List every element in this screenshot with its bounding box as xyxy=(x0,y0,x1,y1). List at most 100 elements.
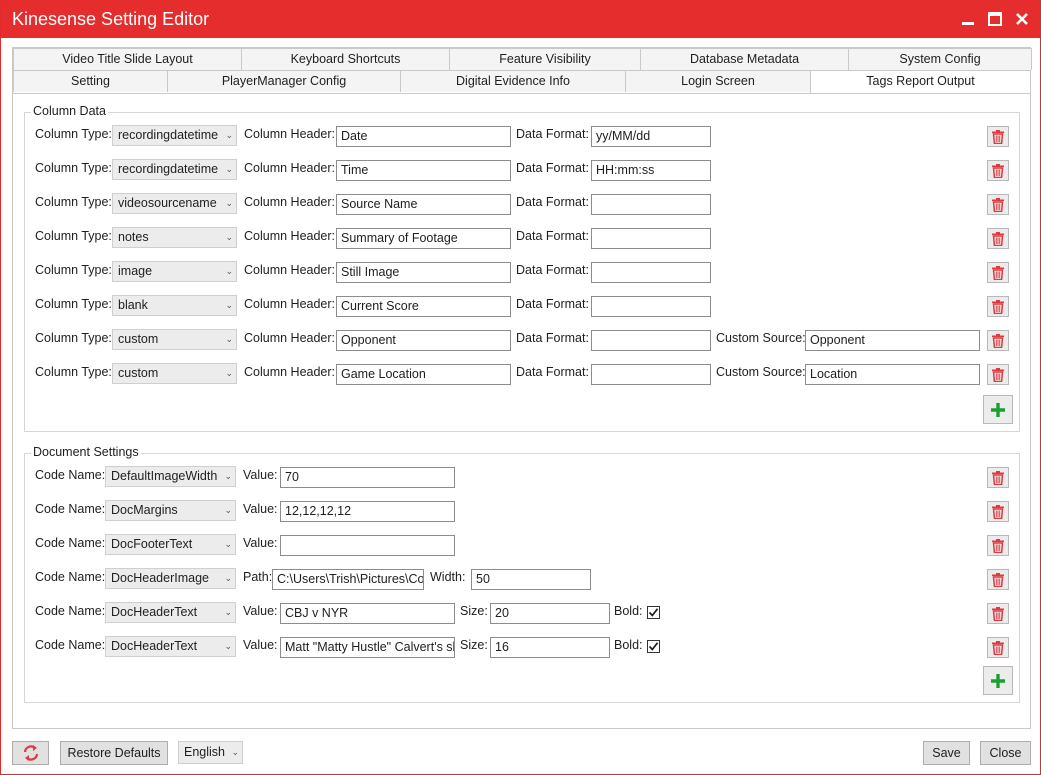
delete-column-button[interactable] xyxy=(987,228,1009,249)
data-format-label: Data Format: xyxy=(516,331,589,345)
column-type-select[interactable]: custom ⌄ xyxy=(112,363,237,384)
code-name-label: Code Name: xyxy=(35,536,106,550)
tab-system-config[interactable]: System Config xyxy=(848,48,1032,70)
trash-icon xyxy=(992,606,1004,621)
column-header-input[interactable]: Time xyxy=(336,160,511,181)
delete-column-button[interactable] xyxy=(987,126,1009,147)
custom-source-label: Custom Source: xyxy=(716,331,806,345)
combo-value: custom xyxy=(118,332,159,346)
value-input[interactable]: Matt "Matty Hustle" Calvert's sh xyxy=(280,637,455,658)
tab-playermanager-config[interactable]: PlayerManager Config xyxy=(167,70,401,92)
size-input[interactable]: 20 xyxy=(490,603,610,624)
column-type-select[interactable]: custom ⌄ xyxy=(112,329,237,350)
column-type-select[interactable]: recordingdatetime ⌄ xyxy=(112,159,237,180)
add-column-button[interactable] xyxy=(983,395,1013,424)
tab-keyboard-shortcuts[interactable]: Keyboard Shortcuts xyxy=(241,48,450,70)
tab-database-metadata[interactable]: Database Metadata xyxy=(640,48,849,70)
path-label: Path: xyxy=(243,570,273,584)
column-type-select[interactable]: recordingdatetime ⌄ xyxy=(112,125,237,146)
combo-value: recordingdatetime xyxy=(118,128,219,142)
add-document-setting-button[interactable] xyxy=(983,666,1013,695)
tab-tags-report-output[interactable]: Tags Report Output xyxy=(810,70,1031,94)
data-format-label: Data Format: xyxy=(516,297,589,311)
column-header-input[interactable]: Date xyxy=(336,126,511,147)
bold-checkbox[interactable] xyxy=(647,606,660,619)
data-format-input[interactable] xyxy=(591,296,711,317)
column-type-select[interactable]: blank ⌄ xyxy=(112,295,237,316)
delete-column-button[interactable] xyxy=(987,330,1009,351)
code-name-select[interactable]: DocFooterText ⌄ xyxy=(105,534,236,555)
value-input[interactable]: 12,12,12,12 xyxy=(280,501,455,522)
delete-column-button[interactable] xyxy=(987,262,1009,283)
close-button[interactable]: Close xyxy=(980,741,1031,765)
close-icon[interactable] xyxy=(1013,10,1031,28)
value-input[interactable]: CBJ v NYR xyxy=(280,603,455,624)
width-input[interactable]: 50 xyxy=(471,569,591,590)
delete-document-setting-button[interactable] xyxy=(987,535,1009,556)
data-format-label: Data Format: xyxy=(516,263,589,277)
delete-document-setting-button[interactable] xyxy=(987,569,1009,590)
column-header-input[interactable]: Game Location xyxy=(336,364,511,385)
code-name-select[interactable]: DefaultImageWidth ⌄ xyxy=(105,466,236,487)
data-format-input[interactable] xyxy=(591,262,711,283)
column-header-input[interactable]: Source Name xyxy=(336,194,511,215)
tab-digital-evidence-info[interactable]: Digital Evidence Info xyxy=(400,70,626,92)
combo-value: notes xyxy=(118,230,149,244)
column-header-input[interactable]: Opponent xyxy=(336,330,511,351)
tab-feature-visibility[interactable]: Feature Visibility xyxy=(449,48,641,70)
column-type-select[interactable]: image ⌄ xyxy=(112,261,237,282)
data-format-label: Data Format: xyxy=(516,229,589,243)
path-input[interactable]: C:\Users\Trish\Pictures\Colo xyxy=(272,569,424,590)
trash-icon xyxy=(992,163,1004,178)
data-format-input[interactable] xyxy=(591,330,711,351)
chevron-down-icon: ⌄ xyxy=(225,232,233,242)
code-name-select[interactable]: DocHeaderText ⌄ xyxy=(105,636,236,657)
tab-strip: Video Title Slide Layout Keyboard Shortc… xyxy=(13,48,1032,96)
data-format-input[interactable]: yy/MM/dd xyxy=(591,126,711,147)
data-format-input[interactable] xyxy=(591,194,711,215)
data-format-input[interactable]: HH:mm:ss xyxy=(591,160,711,181)
delete-document-setting-button[interactable] xyxy=(987,603,1009,624)
code-name-label: Code Name: xyxy=(35,638,106,652)
maximize-icon[interactable] xyxy=(986,10,1004,28)
custom-source-input[interactable]: Location xyxy=(805,364,980,385)
column-header-input[interactable]: Summary of Footage xyxy=(336,228,511,249)
value-input[interactable] xyxy=(280,535,455,556)
column-type-select[interactable]: videosourcename ⌄ xyxy=(112,193,237,214)
delete-document-setting-button[interactable] xyxy=(987,637,1009,658)
delete-column-button[interactable] xyxy=(987,160,1009,181)
tab-setting[interactable]: Setting xyxy=(13,70,168,92)
combo-value: DocHeaderImage xyxy=(111,571,209,585)
save-button[interactable]: Save xyxy=(923,741,970,765)
column-header-input[interactable]: Still Image xyxy=(336,262,511,283)
minimize-icon[interactable] xyxy=(959,10,977,28)
delete-document-setting-button[interactable] xyxy=(987,467,1009,488)
code-name-select[interactable]: DocHeaderText ⌄ xyxy=(105,602,236,623)
language-select[interactable]: English ⌄ xyxy=(178,741,243,764)
trash-icon xyxy=(992,333,1004,348)
custom-source-input[interactable]: Opponent xyxy=(805,330,980,351)
delete-column-button[interactable] xyxy=(987,296,1009,317)
data-format-input[interactable] xyxy=(591,364,711,385)
value-label: Value: xyxy=(243,536,278,550)
bold-checkbox[interactable] xyxy=(647,640,660,653)
tab-video-title-slide-layout[interactable]: Video Title Slide Layout xyxy=(13,48,242,70)
delete-column-button[interactable] xyxy=(987,194,1009,215)
tab-login-screen[interactable]: Login Screen xyxy=(625,70,811,92)
column-type-label: Column Type: xyxy=(35,263,112,277)
trash-icon xyxy=(992,538,1004,553)
reload-button[interactable] xyxy=(12,741,49,765)
chevron-down-icon: ⌄ xyxy=(224,607,232,617)
restore-defaults-button[interactable]: Restore Defaults xyxy=(60,741,168,765)
column-type-select[interactable]: notes ⌄ xyxy=(112,227,237,248)
code-name-select[interactable]: DocMargins ⌄ xyxy=(105,500,236,521)
size-input[interactable]: 16 xyxy=(490,637,610,658)
code-name-select[interactable]: DocHeaderImage ⌄ xyxy=(105,568,236,589)
column-header-input[interactable]: Current Score xyxy=(336,296,511,317)
delete-column-button[interactable] xyxy=(987,364,1009,385)
data-format-input[interactable] xyxy=(591,228,711,249)
check-icon xyxy=(648,642,659,651)
value-input[interactable]: 70 xyxy=(280,467,455,488)
delete-document-setting-button[interactable] xyxy=(987,501,1009,522)
column-header-label: Column Header: xyxy=(244,229,336,243)
